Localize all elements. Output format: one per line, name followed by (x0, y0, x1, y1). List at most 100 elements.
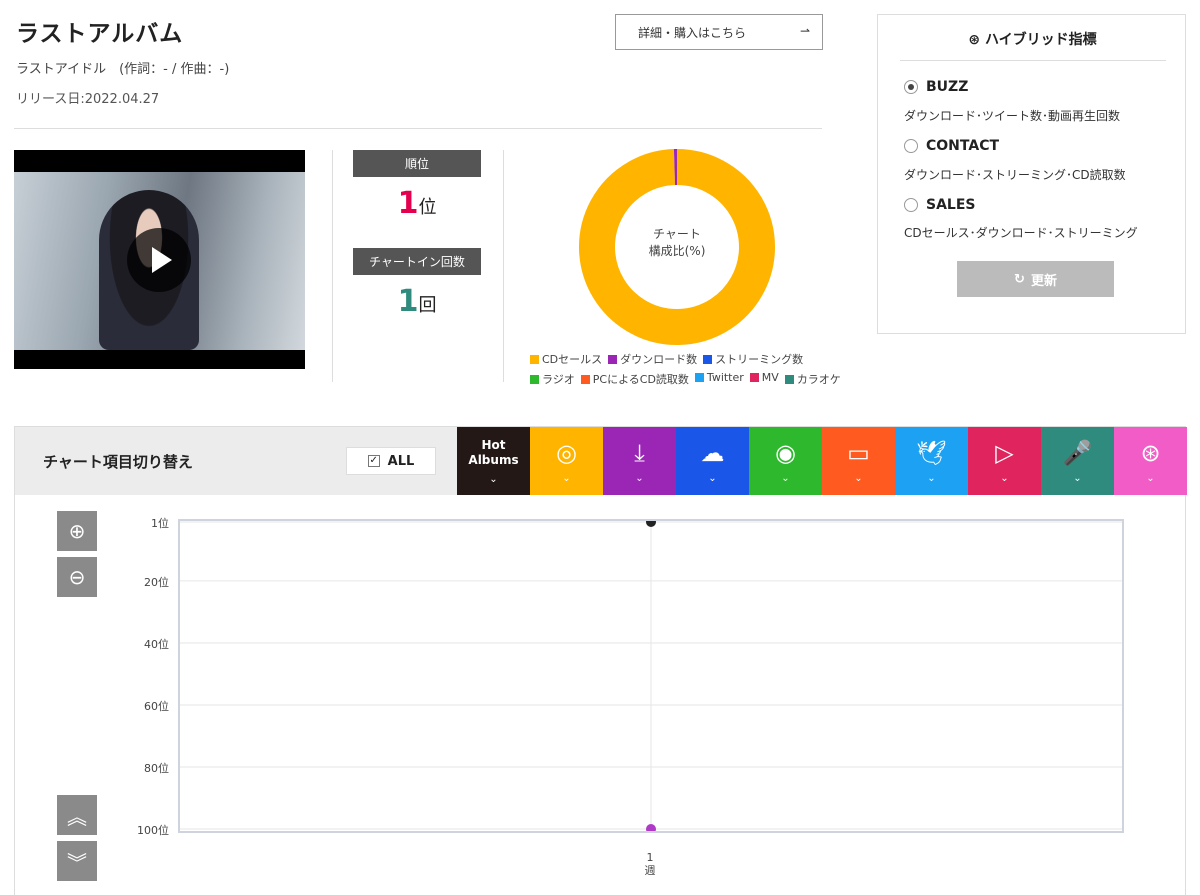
donut-legend-row1: CDセールス ダウンロード数 ストリーミング数 (530, 351, 803, 367)
legend-swatch (608, 355, 618, 364)
radio-circle[interactable] (904, 139, 918, 153)
radio-contact-desc: ダウンロード･ストリーミング･CD読取数 (904, 168, 1126, 182)
tab-pc-cd[interactable]: ▭ ⌄ (822, 427, 895, 495)
tab-radio[interactable]: ◉ ⌄ (749, 427, 822, 495)
hybrid-index-panel: ⊛ ハイブリッド指標 BUZZ ダウンロード･ツイート数･動画再生回数 CONT… (877, 14, 1186, 334)
y-tick-label: 60位 (144, 699, 169, 713)
rank-badge: 順位 (353, 150, 481, 177)
chevron-down-icon: ⌄ (708, 472, 717, 484)
legend-item: PCによるCD読取数 (580, 371, 689, 387)
legend-item: Twitter (694, 371, 744, 387)
artist-credit: ラストアイドル (作詞：- / 作曲：-) (16, 62, 230, 77)
tab-cd[interactable]: ◎ ⌄ (530, 427, 603, 495)
data-point-series-1[interactable] (646, 824, 656, 831)
zoom-out-button[interactable]: ⊖ (57, 557, 97, 597)
radio-buzz-label: BUZZ (926, 79, 969, 95)
tab-cloud-music[interactable]: ☁ ⌄ (676, 427, 749, 495)
rank-chart-svg (180, 521, 1122, 831)
checkbox-icon[interactable]: ✓ (367, 455, 380, 467)
chevron-down-icon: ⌄ (927, 472, 936, 484)
legend-item: CDセールス (530, 351, 602, 367)
donut-legend-row2: ラジオ PCによるCD読取数 Twitter MV カラオケ (530, 371, 841, 387)
legend-label: ダウンロード数 (620, 353, 698, 366)
legend-swatch (749, 373, 759, 382)
update-button[interactable]: ↻ 更新 (957, 261, 1114, 297)
legend-swatch (703, 355, 713, 364)
hybrid-icon: ⊛ (968, 32, 985, 48)
y-tick-label: 40位 (144, 637, 169, 651)
legend-item: ストリーミング数 (703, 351, 803, 367)
radio-sales[interactable]: SALES (904, 197, 976, 213)
rank-value: 1位 (353, 186, 481, 221)
zoom-in-icon: ⊕ (68, 519, 86, 543)
chart-panel: チャート項目切り替え ✓ ALL Hot Albums ⌄ ◎ ⌄ ⤓ ⌄ ☁ ⌄ ◉ ⌄ ▭ ⌄ 🕊… (14, 426, 1187, 895)
tab-hybrid[interactable]: ⊛ ⌄ (1114, 427, 1187, 495)
zoom-in-button[interactable]: ⊕ (57, 511, 97, 551)
data-point-series-0[interactable] (646, 521, 656, 527)
radio-sales-desc: CDセールス･ダウンロード･ストリーミング (904, 226, 1138, 240)
microphone-icon: 🎤 (1062, 438, 1093, 467)
play-icon[interactable] (127, 228, 191, 292)
cloud-music-icon: ☁ (700, 438, 725, 467)
download-icon: ⤓ (634, 438, 645, 467)
scroll-top-button[interactable]: ︽ (57, 795, 97, 835)
radio-buzz[interactable]: BUZZ (904, 79, 968, 95)
donut-center-line1: チャート (653, 227, 701, 241)
tab-download[interactable]: ⤓ ⌄ (603, 427, 676, 495)
chart-switch-title: チャート項目切り替え (43, 453, 193, 471)
tab-microphone[interactable]: 🎤 ⌄ (1041, 427, 1114, 495)
radio-circle[interactable] (904, 198, 918, 212)
double-chevron-down-icon: ︾ (67, 850, 87, 875)
radio-contact[interactable]: CONTACT (904, 138, 999, 154)
cd-icon: ◎ (556, 438, 577, 467)
chartin-unit: 回 (418, 295, 437, 316)
refresh-icon: ↻ (1014, 271, 1025, 287)
legend-swatch (694, 373, 704, 382)
chevron-down-icon: ⌄ (1073, 472, 1082, 484)
page-title: ラストアルバム (16, 21, 184, 47)
legend-label: PCによるCD読取数 (592, 373, 689, 386)
hot-line1: Hot (481, 437, 506, 452)
legend-swatch (580, 375, 590, 384)
chevron-down-icon: ⌄ (562, 472, 571, 484)
y-tick-label: 80位 (144, 761, 169, 775)
legend-label: カラオケ (796, 373, 841, 386)
scroll-bottom-button[interactable]: ︾ (57, 841, 97, 881)
legend-item: ラジオ (530, 371, 575, 387)
legend-label: CDセールス (542, 353, 603, 366)
x-tick-label: 1 週 (640, 851, 660, 877)
twitter-icon: 🕊 (916, 438, 947, 467)
radio-buzz-desc: ダウンロード･ツイート数･動画再生回数 (904, 109, 1121, 123)
chevron-down-icon: ⌄ (635, 472, 644, 484)
video-player[interactable] (14, 150, 305, 369)
legend-label: ラジオ (542, 373, 575, 386)
tab-hot-albums[interactable]: Hot Albums ⌄ (457, 427, 530, 495)
donut-center-label: チャート 構成比(%) (617, 226, 737, 260)
chevron-down-icon: ⌄ (1146, 472, 1155, 484)
detail-purchase-button[interactable]: 詳細・購入はこちら ⇀ (615, 14, 823, 50)
radio-icon: ◉ (775, 438, 796, 467)
pc-cd-icon: ▭ (847, 438, 870, 467)
chevron-down-icon: ⌄ (854, 472, 863, 484)
chevron-down-icon: ⌄ (489, 473, 498, 485)
radio-circle[interactable] (904, 80, 918, 94)
release-date: リリース日:2022.04.27 (16, 92, 160, 107)
legend-label: MV (761, 371, 779, 384)
hybrid-divider (900, 60, 1166, 61)
donut-center-line2: 構成比(%) (648, 244, 706, 258)
divider (503, 150, 504, 382)
tab-youtube[interactable]: ▷ ⌄ (968, 427, 1041, 495)
x-tick-num: 1 (646, 851, 654, 864)
legend-swatch (530, 355, 539, 364)
y-tick-label: 1位 (151, 517, 169, 530)
update-label: 更新 (1030, 273, 1057, 289)
hybrid-title-text: ハイブリッド指標 (984, 32, 1097, 48)
legend-item: MV (749, 371, 779, 387)
rank-unit: 位 (418, 197, 437, 218)
y-tick-label: 100位 (137, 824, 169, 837)
legend-item: カラオケ (784, 371, 841, 387)
all-toggle[interactable]: ✓ ALL (346, 447, 436, 475)
hybrid-icon: ⊛ (1140, 438, 1161, 467)
chartin-badge: チャートイン回数 (353, 248, 481, 275)
tab-twitter[interactable]: 🕊 ⌄ (895, 427, 968, 495)
